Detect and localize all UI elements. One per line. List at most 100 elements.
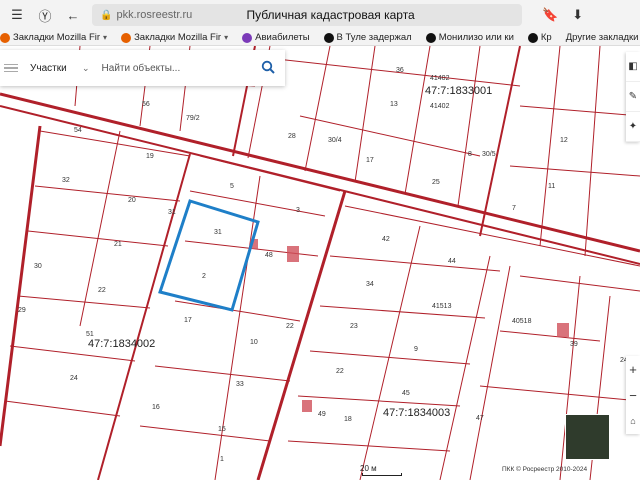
parcel-number: 17 [184,317,192,324]
parcel-number: 48 [265,252,273,259]
parcel-number: 41513 [432,303,452,310]
selected-parcel-outline[interactable] [158,199,260,312]
site-favicon [323,32,334,43]
parcel-number: 19 [146,153,154,160]
search-panel: Участки ⌄ [0,50,285,86]
search-type-select[interactable]: Участки [30,63,80,74]
bookmark-folder-icon [121,32,132,43]
parcel-number: 22 [98,287,106,294]
scale-bar [362,473,402,476]
parcel-number: 33 [236,381,244,388]
parcel-number: 56 [142,101,150,108]
other-bookmarks[interactable]: Другие закладки» [566,32,640,43]
parcel-number: 30/4 [328,137,342,144]
parcel-number: 3 [296,207,300,214]
parcel-number: 49 [318,411,326,418]
basemap-switcher[interactable] [565,414,610,460]
parcel-number: 24 [70,375,78,382]
parcel-number: 11 [548,183,555,190]
menu-icon[interactable]: ☰ [6,4,28,26]
parcel-number: 31 [168,209,176,216]
scale-label: 20 м [360,464,377,473]
bookmark-icon[interactable]: 🔖 [542,7,558,23]
zoom-controls: + − ⌂ [626,356,640,434]
site-favicon [527,32,538,43]
parcel-number: 29 [18,307,26,314]
home-icon[interactable]: ⌂ [626,408,640,434]
parcel-number: 51 [86,331,94,338]
parcel-number: 22 [286,323,294,330]
parcel-number: 8 [468,151,472,158]
bookmark-item[interactable]: Закладки Mozilla Fir ▾ [0,32,107,43]
bookmarks-bar: Закладки Mozilla Fir ▾ Закладки Mozilla F… [0,30,640,46]
cadastral-quarter-label: 47:7:1833001 [425,85,492,97]
parcel-number: 15 [218,426,226,433]
parcel-number: 16 [152,404,160,411]
parcel-number: 5 [230,183,234,190]
address-bar[interactable]: 🔒 pkk.rosreestr.ru Публичная кадастровая… [92,4,522,26]
bookmark-folder-icon [0,32,10,43]
cadastral-quarter-label: 47:7:1834003 [383,407,450,419]
parcel-number: 20 [128,197,136,204]
parcel-number: 2 [202,273,206,280]
parcel-number: 9 [414,346,418,353]
browser-toolbar: ☰ Ⓨ ← 🔒 pkk.rosreestr.ru Публичная кадас… [0,0,640,30]
chevron-down-icon: ▾ [224,33,229,42]
chevron-down-icon[interactable]: ⌄ [82,63,90,74]
ruler-icon[interactable]: ✎ [626,82,640,112]
parcel-number: 44 [448,258,456,265]
parcel-number: 54 [74,127,82,134]
parcel-number: 36 [396,67,404,74]
site-favicon [242,32,253,43]
parcel-number: 23 [350,323,358,330]
parcel-number: 7 [512,205,516,212]
site-favicon [425,32,436,43]
building-footprints [250,239,569,412]
parcel-number: 39 [570,341,578,348]
parcel-number: 10 [250,339,258,346]
url-text: pkk.rosreestr.ru [116,9,193,21]
parcel-number: 30/5 [482,151,496,158]
parcel-number: 28 [288,133,296,140]
parcel-number: 12 [560,137,568,144]
bookmark-item[interactable]: Кр [527,32,552,43]
map-tools-panel: ◧ ✎ ✦ [626,52,640,142]
chevron-down-icon: ▾ [103,33,108,42]
back-icon[interactable]: ← [62,4,84,26]
parcel-number: 45 [402,390,410,397]
parcel-number: 13 [390,101,398,108]
parcel-number: 18 [344,416,352,423]
yandex-icon[interactable]: Ⓨ [34,4,56,26]
parcel-number: 32 [62,177,70,184]
parcel-number: 40518 [512,318,532,325]
parcel-number: 42 [382,236,390,243]
parcel-number: 41402 [430,75,450,82]
search-icon[interactable] [261,60,275,74]
layers-icon[interactable]: ◧ [626,52,640,82]
bookmark-item[interactable]: Авиабилеты [242,32,310,43]
cadastral-map[interactable]: 47:7:1833001 47:7:1834002 47:7:1834003 5… [0,46,640,480]
bookmark-item[interactable]: В Туле задержал [323,32,412,43]
parcel-number: 21 [114,241,122,248]
building [557,323,569,337]
spark-icon[interactable]: ✦ [626,112,640,142]
download-icon[interactable]: ⬇ [572,7,583,23]
parcel-number: 25 [432,179,440,186]
page-title: Публичная кадастровая карта [246,8,415,22]
zoom-in-button[interactable]: + [626,356,640,382]
parcel-number: 31 [214,229,222,236]
lock-icon: 🔒 [100,9,113,21]
parcel-number: 79/2 [186,115,200,122]
hamburger-menu-icon[interactable] [4,63,18,73]
parcel-number: 34 [366,281,374,288]
copyright-text: ПКК © Росреестр 2010-2024 [502,466,588,473]
parcel-number: 41402 [430,103,450,110]
building [302,400,312,412]
bookmark-item[interactable]: Монилизо или ки [425,32,514,43]
building [287,246,299,262]
parcel-number: 1 [220,456,224,463]
zoom-out-button[interactable]: − [626,382,640,408]
search-input[interactable] [101,62,252,74]
bookmark-item[interactable]: Закладки Mozilla Fir ▾ [121,32,228,43]
map-canvas[interactable]: 47:7:1833001 47:7:1834002 47:7:1834003 5… [0,46,640,480]
